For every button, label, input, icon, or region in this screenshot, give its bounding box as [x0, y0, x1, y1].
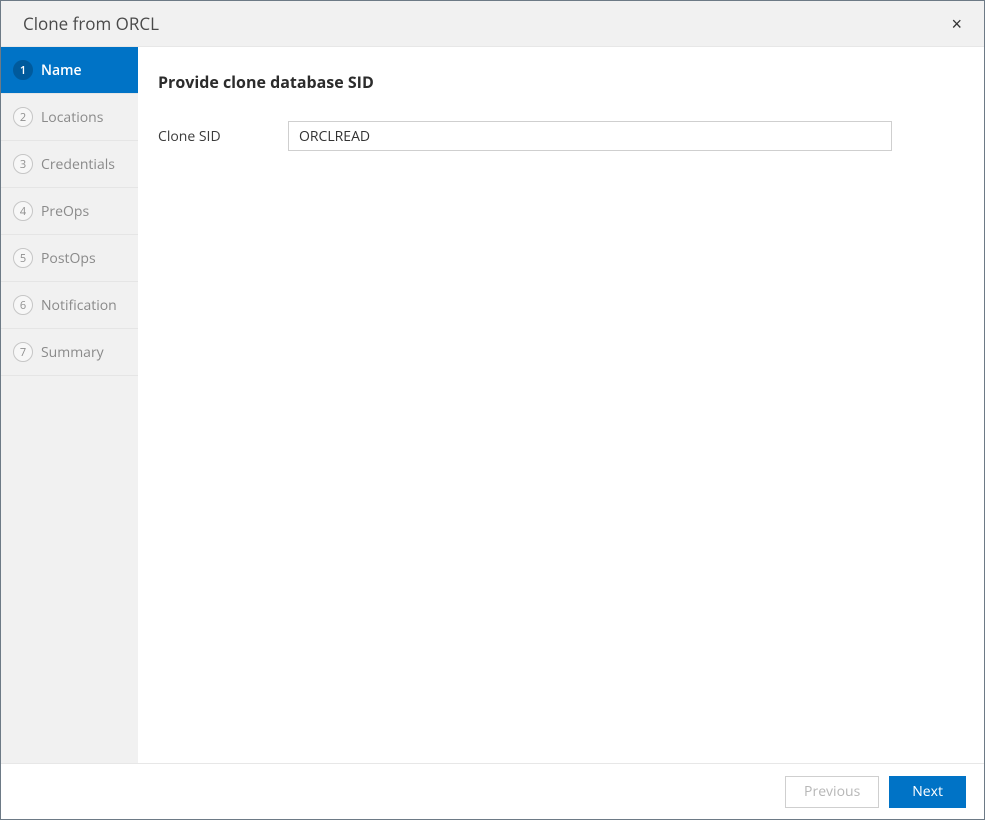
dialog-title: Clone from ORCL — [23, 12, 159, 35]
step-number: 1 — [13, 60, 33, 80]
step-number: 6 — [13, 295, 33, 315]
previous-button[interactable]: Previous — [785, 776, 879, 808]
close-icon: × — [951, 14, 962, 34]
next-button[interactable]: Next — [889, 776, 966, 808]
dialog-footer: Previous Next — [1, 763, 984, 819]
step-locations[interactable]: 2 Locations — [1, 94, 138, 141]
clone-sid-input[interactable] — [288, 121, 892, 151]
step-label: Summary — [41, 343, 104, 362]
wizard-sidebar: 1 Name 2 Locations 3 Credentials 4 PreOp… — [1, 47, 138, 763]
step-preops[interactable]: 4 PreOps — [1, 188, 138, 235]
step-label: PreOps — [41, 202, 89, 221]
step-name[interactable]: 1 Name — [1, 47, 138, 94]
dialog-header: Clone from ORCL × — [1, 1, 984, 47]
main-panel: Provide clone database SID Clone SID — [138, 47, 984, 763]
step-label: Credentials — [41, 155, 115, 174]
step-credentials[interactable]: 3 Credentials — [1, 141, 138, 188]
step-number: 7 — [13, 342, 33, 362]
close-button[interactable]: × — [945, 13, 968, 35]
step-label: Locations — [41, 108, 103, 127]
dialog-body: 1 Name 2 Locations 3 Credentials 4 PreOp… — [1, 47, 984, 763]
step-label: PostOps — [41, 249, 96, 268]
step-label: Name — [41, 61, 82, 80]
step-number: 2 — [13, 107, 33, 127]
step-number: 3 — [13, 154, 33, 174]
page-title: Provide clone database SID — [158, 71, 956, 93]
step-number: 5 — [13, 248, 33, 268]
step-postops[interactable]: 5 PostOps — [1, 235, 138, 282]
step-summary[interactable]: 7 Summary — [1, 329, 138, 376]
step-notification[interactable]: 6 Notification — [1, 282, 138, 329]
clone-sid-label: Clone SID — [158, 127, 280, 146]
clone-sid-row: Clone SID — [158, 121, 956, 151]
clone-dialog: Clone from ORCL × 1 Name 2 Locations 3 C… — [0, 0, 985, 820]
step-number: 4 — [13, 201, 33, 221]
step-label: Notification — [41, 296, 117, 315]
